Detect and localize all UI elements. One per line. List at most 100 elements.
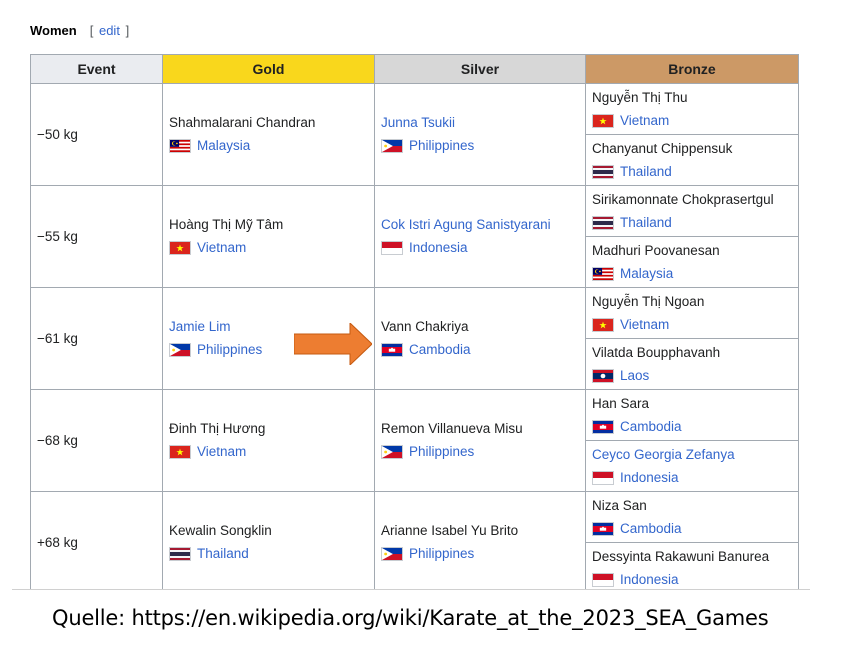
cambodia-flag-icon: [381, 343, 403, 357]
country-link[interactable]: Philippines: [197, 341, 262, 359]
silver-cell: Arianne Isabel Yu Brito Philippines: [374, 491, 586, 590]
section-title: Women: [30, 22, 77, 38]
edit-bracket-open: [: [89, 22, 94, 38]
country-link[interactable]: Laos: [620, 367, 649, 385]
source-caption: Quelle: https://en.wikipedia.org/wiki/Ka…: [52, 606, 769, 630]
thailand-flag-icon: [592, 164, 614, 179]
event-cell: −68 kg: [30, 389, 163, 492]
header-silver: Silver: [374, 54, 586, 84]
bronze-cell: Ceyco Georgia Zefanya Indonesia: [585, 440, 799, 492]
cambodia-flag-icon: [592, 521, 614, 536]
divider: [12, 589, 810, 590]
edit-section: [ edit ]: [90, 23, 129, 38]
country-link[interactable]: Indonesia: [620, 469, 679, 487]
header-row: Event Gold Silver Bronze: [30, 54, 799, 84]
philippines-flag-icon: [381, 445, 403, 459]
athlete-name: Sirikamonnate Chokprasertgul: [592, 191, 774, 207]
bronze-cell: Nguyễn Thị Thu Vietnam: [585, 83, 799, 135]
country-link[interactable]: Thailand: [620, 214, 672, 232]
bronze-cell: Nguyễn Thị Ngoan Vietnam: [585, 287, 799, 339]
country-link[interactable]: Indonesia: [409, 239, 468, 257]
header-event: Event: [30, 54, 163, 84]
silver-cell: Junna Tsukii Philippines: [374, 83, 586, 186]
indonesia-flag-icon: [592, 470, 614, 485]
athlete-name: Nguyễn Thị Ngoan: [592, 293, 705, 309]
athlete-name: Chanyanut Chippensuk: [592, 140, 733, 156]
gold-cell: Shahmalarani Chandran Malaysia: [162, 83, 375, 186]
section-heading: Women [ edit ]: [30, 20, 129, 40]
country-link[interactable]: Thailand: [197, 545, 249, 563]
athlete-name: Vilatda Boupphavanh: [592, 344, 721, 360]
header-bronze: Bronze: [585, 54, 799, 84]
bronze-cell: Vilatda Boupphavanh Laos: [585, 338, 799, 390]
athlete-name: Arianne Isabel Yu Brito: [381, 523, 519, 538]
event-cell: −55 kg: [30, 185, 163, 288]
thailand-flag-icon: [592, 215, 614, 230]
event-cell: −50 kg: [30, 83, 163, 186]
silver-cell: Remon Villanueva Misu Philippines: [374, 389, 586, 492]
athlete-name[interactable]: Ceyco Georgia Zefanya: [592, 446, 792, 464]
athlete-name: Đinh Thị Hương: [169, 421, 266, 436]
thailand-flag-icon: [169, 547, 191, 561]
athlete-name: Remon Villanueva Misu: [381, 421, 523, 436]
bronze-cell: Niza San Cambodia: [585, 491, 799, 543]
country-link[interactable]: Vietnam: [620, 316, 669, 334]
country-link[interactable]: Cambodia: [409, 341, 471, 359]
country-link[interactable]: Vietnam: [620, 112, 669, 130]
table-row: +68 kg Kewalin Songklin Thailand Arianne Is…: [30, 491, 799, 590]
content-area: Women [ edit ] Event Gold Silver Bronze …: [0, 0, 850, 590]
country-link[interactable]: Cambodia: [620, 520, 682, 538]
country-link[interactable]: Malaysia: [620, 265, 673, 283]
bronze-cell: Sirikamonnate Chokprasertgul Thailand: [585, 185, 799, 237]
arrow-icon: [294, 323, 372, 365]
vietnam-flag-icon: [169, 241, 191, 255]
country-link[interactable]: Cambodia: [620, 418, 682, 436]
athlete-name: Dessyinta Rakawuni Banurea: [592, 548, 770, 564]
laos-flag-icon: [592, 368, 614, 383]
table-row: −61 kg Jamie Lim Philippines Vann Chakriya C…: [30, 287, 799, 390]
athlete-name: Nguyễn Thị Thu: [592, 89, 688, 105]
athlete-name[interactable]: Cok Istri Agung Sanistyarani: [381, 216, 579, 234]
indonesia-flag-icon: [592, 572, 614, 587]
vietnam-flag-icon: [169, 445, 191, 459]
country-link[interactable]: Philippines: [409, 545, 474, 563]
table-row: −55 kg Hoàng Thị Mỹ Tâm Vietnam Cok Istri A…: [30, 185, 799, 288]
country-link[interactable]: Vietnam: [197, 239, 246, 257]
athlete-name[interactable]: Junna Tsukii: [381, 114, 579, 132]
gold-cell: Kewalin Songklin Thailand: [162, 491, 375, 590]
bronze-cell: Han Sara Cambodia: [585, 389, 799, 441]
silver-cell: Cok Istri Agung Sanistyarani Indonesia: [374, 185, 586, 288]
malaysia-flag-icon: [169, 139, 191, 153]
medal-table: Event Gold Silver Bronze −50 kg Shahmalar…: [30, 54, 799, 590]
philippines-flag-icon: [381, 139, 403, 153]
bronze-cell: Chanyanut Chippensuk Thailand: [585, 134, 799, 186]
gold-cell: Đinh Thị Hương Vietnam: [162, 389, 375, 492]
bronze-cell: Madhuri Poovanesan Malaysia: [585, 236, 799, 288]
athlete-name: Madhuri Poovanesan: [592, 242, 720, 258]
philippines-flag-icon: [381, 547, 403, 561]
event-cell: +68 kg: [30, 491, 163, 590]
silver-cell: Vann Chakriya Cambodia: [374, 287, 586, 390]
vietnam-flag-icon: [592, 317, 614, 332]
bronze-cell: Dessyinta Rakawuni Banurea Indonesia: [585, 542, 799, 590]
country-link[interactable]: Philippines: [409, 443, 474, 461]
table-row: −50 kg Shahmalarani Chandran Malaysia Junna…: [30, 83, 799, 186]
edit-bracket-close: ]: [125, 22, 130, 38]
country-link[interactable]: Thailand: [620, 163, 672, 181]
athlete-name: Hoàng Thị Mỹ Tâm: [169, 217, 284, 232]
table-row: −68 kg Đinh Thị Hương Vietnam Remon Villanu…: [30, 389, 799, 492]
athlete-name: Kewalin Songklin: [169, 523, 272, 538]
vietnam-flag-icon: [592, 113, 614, 128]
philippines-flag-icon: [169, 343, 191, 357]
edit-link[interactable]: edit: [99, 23, 120, 38]
event-cell: −61 kg: [30, 287, 163, 390]
gold-cell: Hoàng Thị Mỹ Tâm Vietnam: [162, 185, 375, 288]
malaysia-flag-icon: [592, 266, 614, 281]
country-link[interactable]: Indonesia: [620, 571, 679, 589]
country-link[interactable]: Vietnam: [197, 443, 246, 461]
country-link[interactable]: Malaysia: [197, 137, 250, 155]
athlete-name: Vann Chakriya: [381, 319, 469, 334]
athlete-name: Shahmalarani Chandran: [169, 115, 316, 130]
country-link[interactable]: Philippines: [409, 137, 474, 155]
athlete-name: Han Sara: [592, 395, 650, 411]
